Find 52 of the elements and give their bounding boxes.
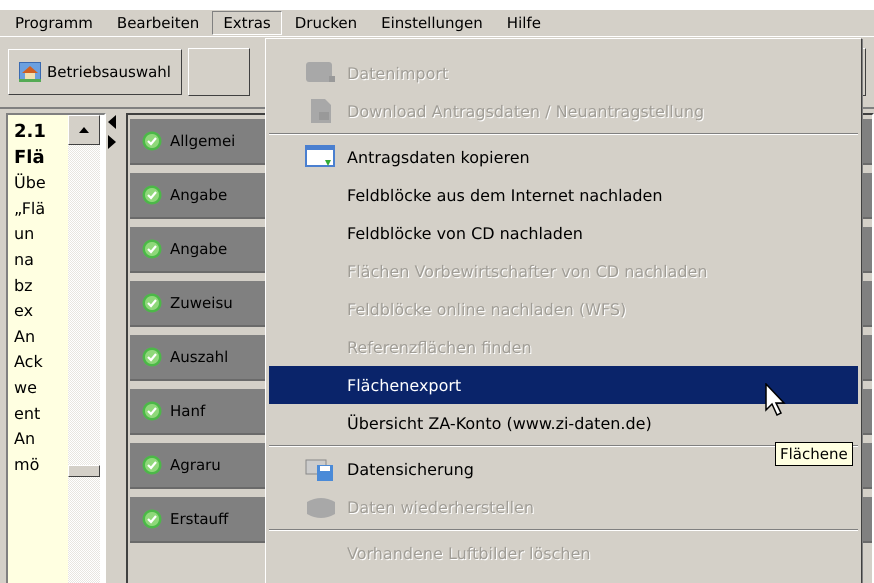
- mouse-pointer-icon: [765, 383, 787, 417]
- menu-item[interactable]: Feldblöcke aus dem Internet nachladen: [269, 176, 687, 214]
- help-text-line: ent: [14, 402, 42, 425]
- check-circle-icon: [142, 185, 162, 205]
- help-text-line: un: [14, 223, 36, 246]
- house-icon: [19, 62, 41, 82]
- check-circle-icon: [142, 239, 162, 259]
- toolbar-button[interactable]: [188, 48, 250, 96]
- menu-item[interactable]: Antragsdaten kopieren: [269, 138, 554, 176]
- menu-bar-item[interactable]: Drucken: [284, 11, 368, 35]
- section-label: Erstauff: [170, 510, 228, 528]
- help-text-line: na: [14, 248, 35, 271]
- section-label: Angabe: [170, 186, 228, 204]
- help-text-line: „Flä: [14, 198, 46, 220]
- triangle-up-icon: [79, 127, 89, 133]
- scrollbar-thumb[interactable]: [68, 465, 100, 477]
- menu-bar-item[interactable]: Hilfe: [496, 11, 552, 35]
- section-label: Hanf: [170, 402, 206, 420]
- section-label: Angabe: [170, 240, 228, 258]
- help-text-line: Ack: [14, 351, 44, 374]
- section-label: Auszahl: [170, 348, 228, 366]
- help-text-line: An: [14, 326, 36, 348]
- check-circle-icon: [142, 455, 162, 475]
- section-label: Agraru: [170, 456, 221, 474]
- menu-item[interactable]: Übersicht ZA-Konto (www.zi-daten.de): [269, 404, 676, 442]
- farm-selection-button[interactable]: Betriebsauswahl: [8, 49, 182, 95]
- scroll-up-button[interactable]: [68, 115, 100, 145]
- section-label: Allgemei: [170, 132, 236, 150]
- check-circle-icon: [142, 509, 162, 529]
- help-text-line: 2.1: [14, 120, 47, 144]
- menu-item[interactable]: Datensicherung: [269, 450, 498, 488]
- tooltip: Flächene: [775, 442, 853, 466]
- check-circle-icon: [142, 293, 162, 313]
- splitter-arrows-icon: [108, 115, 118, 149]
- menu-item[interactable]: Flächenexport: [269, 366, 858, 404]
- help-text-line: Flä: [14, 146, 46, 170]
- menu-bar-item[interactable]: Extras: [212, 11, 282, 35]
- help-text-line: An: [14, 428, 36, 450]
- help-text-line: mö: [14, 454, 40, 476]
- check-circle-icon: [142, 131, 162, 151]
- menu-bar-item[interactable]: Programm: [4, 11, 104, 35]
- menu-item[interactable]: Feldblöcke von CD nachladen: [269, 214, 607, 252]
- check-circle-icon: [142, 401, 162, 421]
- window-copy-icon: [305, 144, 337, 170]
- menu-bar-item[interactable]: Einstellungen: [370, 11, 494, 35]
- help-text-line: Übe: [14, 172, 47, 194]
- help-text-line: ex: [14, 300, 34, 322]
- menu-bar-item[interactable]: Bearbeiten: [106, 11, 210, 35]
- section-label: Zuweisu: [170, 294, 233, 312]
- check-circle-icon: [142, 347, 162, 367]
- help-text-line: we: [14, 376, 38, 399]
- help-text-line: bz: [14, 274, 34, 297]
